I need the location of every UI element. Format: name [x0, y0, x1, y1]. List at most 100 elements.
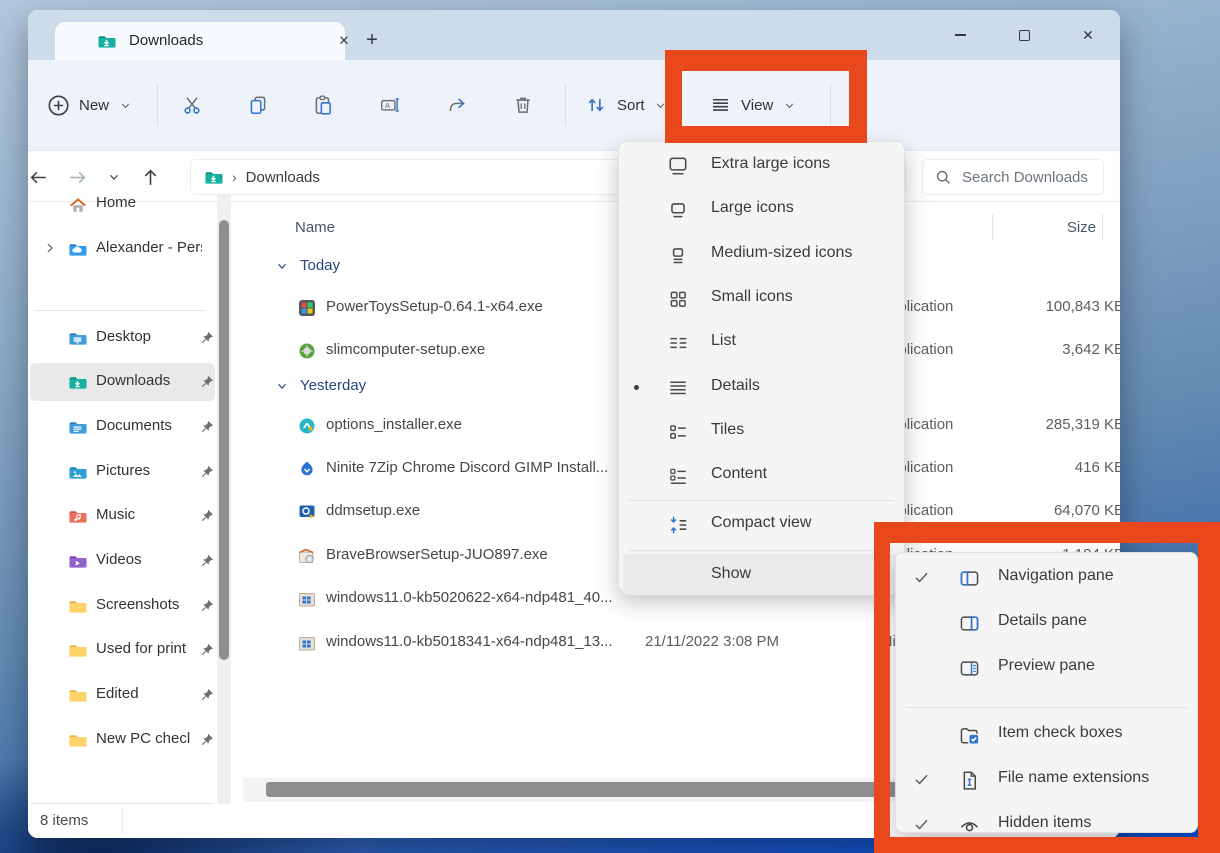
chevron-down-icon — [118, 93, 132, 117]
chevron-down-icon — [782, 93, 796, 117]
search-input[interactable] — [962, 169, 1092, 186]
menu-item-state — [626, 289, 646, 309]
sidebar-scrollbar-thumb[interactable] — [219, 220, 229, 660]
tab-downloads[interactable]: Downloads ✕ — [55, 22, 345, 60]
menu-item-state — [626, 422, 646, 442]
view-menu-item-extra-large-icons[interactable]: Extra large icons — [619, 144, 904, 188]
sidebar-item-label: Desktop — [96, 328, 202, 345]
new-button[interactable]: New — [46, 80, 132, 130]
column-header-size[interactable]: Size — [990, 219, 1096, 259]
show-submenu-item-navigation-pane[interactable]: Navigation pane — [896, 556, 1197, 600]
sort-button-label: Sort — [617, 97, 645, 114]
search-box[interactable] — [922, 159, 1104, 195]
pin-icon — [200, 464, 215, 479]
sidebar-item-label: Edited — [96, 685, 202, 702]
sidebar-item-desktop[interactable]: Desktop — [30, 319, 215, 357]
sidebar-item-screenshots[interactable]: Screenshots — [30, 587, 215, 625]
windows-update-icon — [298, 634, 316, 652]
screen: Downloads ✕ + ✕ New A — [0, 0, 1220, 853]
sidebar-item-new-pc-checl[interactable]: New PC checl — [30, 721, 215, 759]
view-menu-item-large-icons[interactable]: Large icons — [619, 188, 904, 232]
onedrive-folder-icon — [68, 240, 87, 259]
extra-large-icons-icon — [667, 155, 689, 177]
sidebar-item-edited[interactable]: Edited — [30, 676, 215, 714]
sidebar-item-downloads[interactable]: Downloads — [30, 363, 215, 401]
folder-icon — [68, 641, 87, 660]
pin-icon — [200, 732, 215, 747]
menu-item-state — [626, 466, 646, 486]
details-pane-icon — [958, 612, 981, 635]
documents-folder-icon — [68, 418, 87, 437]
maximize-button[interactable] — [992, 10, 1056, 60]
downloads-folder-icon — [68, 373, 87, 392]
list-view-icon — [667, 332, 689, 354]
column-divider[interactable] — [1102, 214, 1103, 240]
view-menu-item-compact-view[interactable]: Compact view — [619, 503, 904, 547]
show-submenu-item-file-name-extensions[interactable]: File name extensions — [896, 758, 1197, 802]
copy-icon — [246, 93, 270, 117]
close-icon: ✕ — [1082, 27, 1094, 44]
delete-button[interactable] — [511, 80, 535, 130]
view-menu-item-tiles[interactable]: Tiles — [619, 410, 904, 454]
sidebar-item-home[interactable]: Home — [30, 185, 215, 223]
details-view-icon — [667, 377, 689, 399]
menu-item-label: Extra large icons — [711, 155, 830, 173]
new-tab-button[interactable]: + — [358, 26, 386, 54]
menu-separator — [629, 500, 894, 501]
menu-item-label: Details — [711, 377, 760, 395]
show-submenu-item-item-check-boxes[interactable]: Item check boxes — [896, 713, 1197, 757]
close-button[interactable]: ✕ — [1056, 10, 1120, 60]
menu-separator — [629, 550, 894, 551]
file-name: windows11.0-kb5018341-x64-ndp481_13... — [326, 633, 656, 650]
copy-button[interactable] — [246, 80, 270, 130]
view-menu-item-medium-sized-icons[interactable]: Medium-sized icons — [619, 233, 904, 277]
pin-icon — [200, 598, 215, 613]
minimize-button[interactable] — [928, 10, 992, 60]
sort-button[interactable]: Sort — [584, 80, 668, 130]
submenu-item-label: File name extensions — [998, 769, 1149, 787]
toolbar-divider — [157, 84, 158, 126]
sidebar-item-music[interactable]: Music — [30, 497, 215, 535]
folder-icon — [68, 686, 87, 705]
svg-text:A: A — [385, 101, 391, 110]
divider — [30, 803, 213, 804]
pin-icon — [200, 419, 215, 434]
check-icon — [913, 816, 930, 838]
sidebar-item-documents[interactable]: Documents — [30, 408, 215, 446]
home-icon — [68, 195, 88, 215]
music-folder-icon — [68, 507, 87, 526]
content-view-icon — [667, 465, 689, 487]
menu-item-state — [626, 515, 646, 535]
submenu-item-label: Item check boxes — [998, 724, 1123, 742]
chevron-right-icon — [874, 567, 888, 581]
close-tab-icon[interactable]: ✕ — [333, 30, 355, 52]
cut-button[interactable] — [180, 80, 204, 130]
column-divider[interactable] — [992, 214, 993, 240]
file-name: windows11.0-kb5020622-x64-ndp481_40... — [326, 589, 656, 606]
sidebar-item-pictures[interactable]: Pictures — [30, 453, 215, 491]
submenu-item-label: Navigation pane — [998, 567, 1114, 585]
share-button[interactable] — [445, 80, 469, 130]
paste-button[interactable] — [311, 80, 335, 130]
view-menu-item-show[interactable]: Show — [623, 554, 900, 595]
show-submenu-item-hidden-items[interactable]: Hidden items — [896, 803, 1197, 847]
show-submenu-item-details-pane[interactable]: Details pane — [896, 601, 1197, 645]
breadcrumb[interactable]: Downloads — [246, 169, 320, 186]
view-menu-item-content[interactable]: Content — [619, 454, 904, 498]
sidebar-item-label: Pictures — [96, 462, 202, 479]
sidebar-item-used-for-print[interactable]: Used for print — [30, 631, 215, 669]
sidebar-item-alexander-pers[interactable]: Alexander - Pers — [30, 230, 215, 268]
sidebar-item-label: Alexander - Pers — [96, 239, 202, 256]
toolbar-divider — [830, 84, 831, 126]
medium-icons-icon — [667, 244, 689, 266]
menu-item-label: Tiles — [711, 421, 744, 439]
chevron-down-blue-icon — [275, 379, 289, 393]
rename-button[interactable]: A — [378, 80, 402, 130]
sidebar-item-videos[interactable]: Videos — [30, 542, 215, 580]
view-menu-item-details[interactable]: Details — [619, 366, 904, 410]
view-button[interactable]: View — [708, 80, 796, 130]
show-submenu-item-preview-pane[interactable]: Preview pane — [896, 646, 1197, 690]
pin-icon — [200, 330, 215, 345]
view-menu-item-list[interactable]: List — [619, 321, 904, 365]
view-menu-item-small-icons[interactable]: Small icons — [619, 277, 904, 321]
